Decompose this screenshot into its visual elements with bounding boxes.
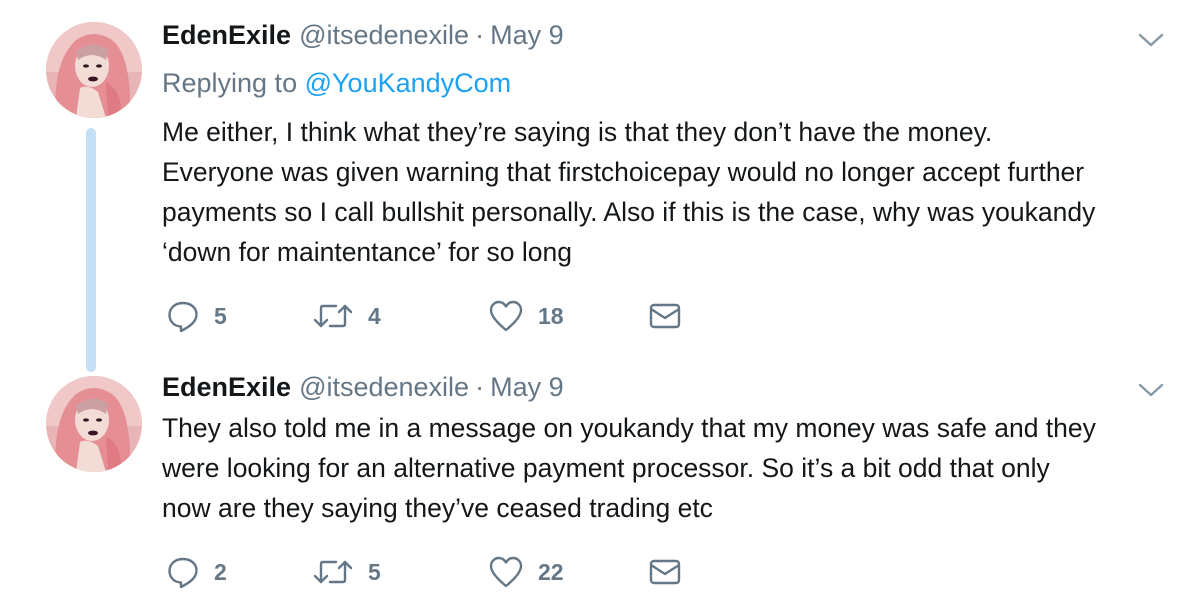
display-name[interactable]: EdenExile bbox=[162, 372, 291, 402]
tweet-text: Me either, I think what they’re saying i… bbox=[162, 112, 1172, 272]
reply-button[interactable]: 5 bbox=[166, 296, 227, 336]
tweet-header: EdenExile @itsedenexile · May 9 bbox=[162, 372, 564, 406]
chevron-down-icon[interactable] bbox=[1136, 30, 1166, 50]
tweet-text-line: Me either, I think what they’re saying i… bbox=[162, 117, 993, 147]
tweet-text-line: payments so I call bullshit personally. … bbox=[162, 197, 1096, 227]
tweet-text-line: They also told me in a message on youkan… bbox=[162, 413, 1096, 443]
reply-button[interactable]: 2 bbox=[166, 552, 227, 592]
retweet-count: 5 bbox=[368, 558, 381, 585]
separator-dot: · bbox=[475, 20, 485, 50]
like-button[interactable]: 22 bbox=[488, 552, 564, 592]
replying-to-link[interactable]: @YouKandyCom bbox=[305, 68, 512, 98]
tweet-header: EdenExile @itsedenexile · May 9 bbox=[162, 20, 564, 54]
like-count: 18 bbox=[538, 302, 564, 329]
tweet-date[interactable]: May 9 bbox=[490, 20, 564, 50]
tweet[interactable]: EdenExile @itsedenexile · May 9 Replying to… bbox=[0, 0, 1202, 360]
tweet[interactable]: EdenExile @itsedenexile · May 9 They also t… bbox=[0, 360, 1202, 608]
reply-count: 2 bbox=[214, 558, 227, 585]
direct-message-button[interactable] bbox=[648, 296, 682, 336]
heart-icon bbox=[489, 556, 523, 588]
envelope-icon bbox=[649, 559, 681, 585]
avatar[interactable] bbox=[46, 376, 142, 472]
retweet-count: 4 bbox=[368, 302, 381, 329]
like-count: 22 bbox=[538, 558, 564, 585]
tweet-text: They also told me in a message on youkan… bbox=[162, 408, 1172, 528]
direct-message-button[interactable] bbox=[648, 552, 682, 592]
tweet-text-line: Everyone was given warning that firstcho… bbox=[162, 157, 1085, 187]
tweet-actions: 5 4 18 bbox=[162, 296, 722, 336]
replying-to-label: Replying to bbox=[162, 68, 298, 98]
user-handle[interactable]: @itsedenexile bbox=[299, 20, 469, 50]
tweet-text-line: ‘down for maintentance’ for so long bbox=[162, 237, 572, 267]
retweet-icon bbox=[313, 304, 353, 328]
user-handle[interactable]: @itsedenexile bbox=[299, 372, 469, 402]
retweet-button[interactable]: 5 bbox=[312, 552, 381, 592]
chevron-down-icon[interactable] bbox=[1136, 380, 1166, 400]
tweet-text-line: were looking for an alternative payment … bbox=[162, 453, 1050, 483]
heart-icon bbox=[489, 300, 523, 332]
envelope-icon bbox=[649, 303, 681, 329]
display-name[interactable]: EdenExile bbox=[162, 20, 291, 50]
retweet-button[interactable]: 4 bbox=[312, 296, 381, 336]
replying-to-line: Replying to @YouKandyCom bbox=[162, 68, 511, 102]
tweet-text-line: now are they saying they’ve ceased tradi… bbox=[162, 493, 713, 523]
tweet-date[interactable]: May 9 bbox=[490, 372, 564, 402]
reply-icon bbox=[168, 557, 198, 589]
avatar[interactable] bbox=[46, 22, 142, 118]
reply-icon bbox=[168, 301, 198, 333]
separator-dot: · bbox=[475, 372, 485, 402]
like-button[interactable]: 18 bbox=[488, 296, 564, 336]
retweet-icon bbox=[313, 560, 353, 584]
reply-count: 5 bbox=[214, 302, 227, 329]
tweet-actions: 2 5 22 bbox=[162, 552, 722, 592]
